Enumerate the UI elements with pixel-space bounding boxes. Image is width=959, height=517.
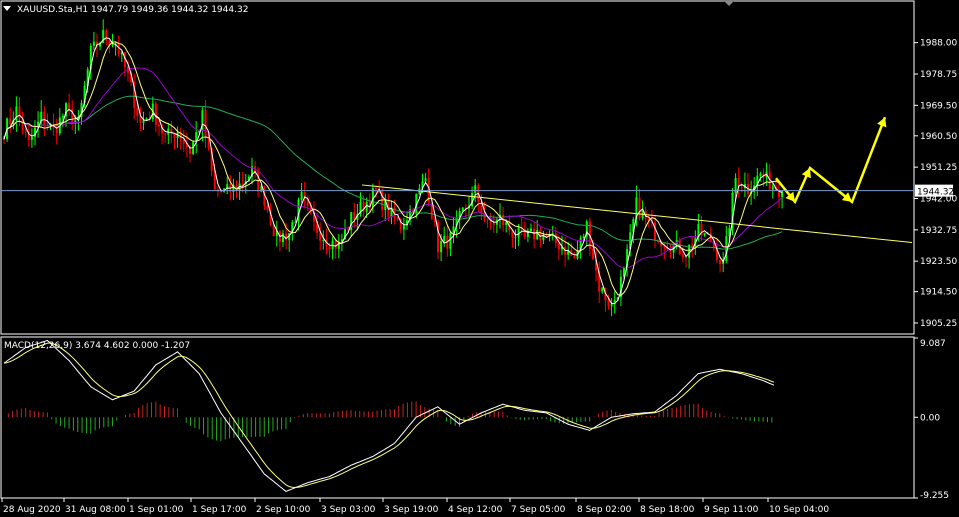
y-tick-label: 1951.25 (920, 163, 957, 173)
candle-body (486, 218, 489, 220)
candle-body (241, 183, 244, 185)
trading-chart[interactable]: 1944.32 1988.001978.751969.501960.501951… (0, 0, 959, 517)
candle-body (375, 188, 377, 190)
candle-body (440, 241, 443, 253)
candle-body (740, 187, 743, 189)
x-tick-label: 28 Aug 2020 (3, 505, 61, 515)
candle-body (514, 237, 517, 239)
x-tick-label: 8 Sep 18:00 (640, 505, 695, 515)
macd-tick-label: 9.087 (920, 339, 946, 349)
candle-body (111, 44, 114, 46)
candle-body (759, 173, 762, 176)
x-tick-label: 8 Sep 02:00 (577, 505, 632, 515)
candle-body (452, 226, 455, 233)
y-tick-label: 1914.50 (920, 288, 957, 298)
candle-body (557, 242, 560, 250)
candle-body (781, 190, 784, 198)
macd-header: MACD(12,26,9) 3.674 4.602 0.000 -1.207 (4, 341, 190, 351)
x-tick-label: 1 Sep 01:00 (129, 505, 184, 515)
candle-body (282, 233, 284, 243)
candle-body (61, 116, 64, 118)
candle-body (461, 207, 464, 212)
y-tick-label: 1905.25 (920, 319, 957, 329)
candle-body (68, 103, 71, 109)
candle-body (142, 120, 145, 123)
candle-body (443, 235, 446, 242)
candle-body (582, 236, 585, 239)
candle-body (164, 133, 167, 135)
candle-body (530, 228, 532, 232)
candle-body (204, 110, 207, 137)
symbol-header: XAUUSD.Sta,H1 1947.79 1949.36 1944.32 19… (17, 5, 248, 15)
candle-body (492, 222, 495, 225)
candle-body (136, 107, 139, 116)
x-tick-label: 3 Sep 19:00 (384, 505, 439, 515)
candle-body (449, 232, 452, 249)
candle-body (235, 184, 238, 191)
x-tick-label: 10 Sep 04:00 (769, 505, 829, 515)
candle-body (685, 257, 687, 259)
candle-body (43, 111, 46, 125)
candle-body (328, 246, 331, 250)
candle-body (607, 300, 610, 307)
candle-body (719, 260, 722, 265)
candle-body (24, 130, 27, 132)
candle-body (154, 103, 157, 125)
candle-body (30, 136, 33, 140)
candle-body (322, 240, 325, 242)
candle-body (517, 227, 520, 238)
candle-body (542, 235, 545, 241)
candle-body (638, 197, 641, 219)
x-tick-label: 9 Sep 11:00 (704, 505, 759, 515)
x-tick-label: 2 Sep 10:00 (256, 505, 311, 515)
candle-body (654, 222, 656, 241)
candle-body (220, 191, 222, 193)
candle-body (396, 217, 399, 220)
y-tick-label: 1932.75 (920, 226, 957, 236)
x-tick-label: 3 Sep 03:00 (321, 505, 376, 515)
macd-tick-label: 0.00 (920, 413, 940, 423)
candle-body (601, 287, 604, 292)
candle-body (9, 118, 12, 125)
macd-tick-label: -9.255 (920, 491, 949, 501)
candle-body (691, 244, 694, 247)
candle-body (92, 41, 95, 46)
candle-body (266, 205, 269, 211)
x-tick-label: 4 Sep 12:00 (448, 505, 503, 515)
y-tick-label: 1978.75 (920, 70, 957, 80)
candle-body (334, 240, 337, 249)
chart-background (0, 0, 959, 517)
candle-body (592, 248, 594, 260)
candle-body (610, 304, 613, 307)
candle-body (536, 229, 539, 240)
y-tick-label: 1923.50 (920, 257, 957, 267)
candle-body (402, 225, 405, 230)
candle-body (158, 124, 160, 127)
candle-body (117, 43, 120, 55)
x-tick-label: 7 Sep 05:00 (511, 505, 566, 515)
x-tick-label: 31 Aug 08:00 (65, 505, 126, 515)
y-tick-label: 1988.00 (920, 39, 957, 49)
y-tick-label: 1969.50 (920, 101, 957, 111)
candle-body (573, 255, 576, 259)
candle-body (771, 186, 774, 190)
y-tick-label: 1960.50 (920, 132, 957, 142)
candle-body (300, 191, 303, 200)
candle-body (173, 133, 176, 139)
candle-body (424, 178, 427, 182)
x-tick-label: 1 Sep 17:00 (192, 505, 247, 515)
candle-body (681, 254, 684, 258)
y-tick-label: 1942.00 (920, 194, 957, 204)
candle-body (474, 185, 477, 193)
candle-body (703, 232, 706, 236)
